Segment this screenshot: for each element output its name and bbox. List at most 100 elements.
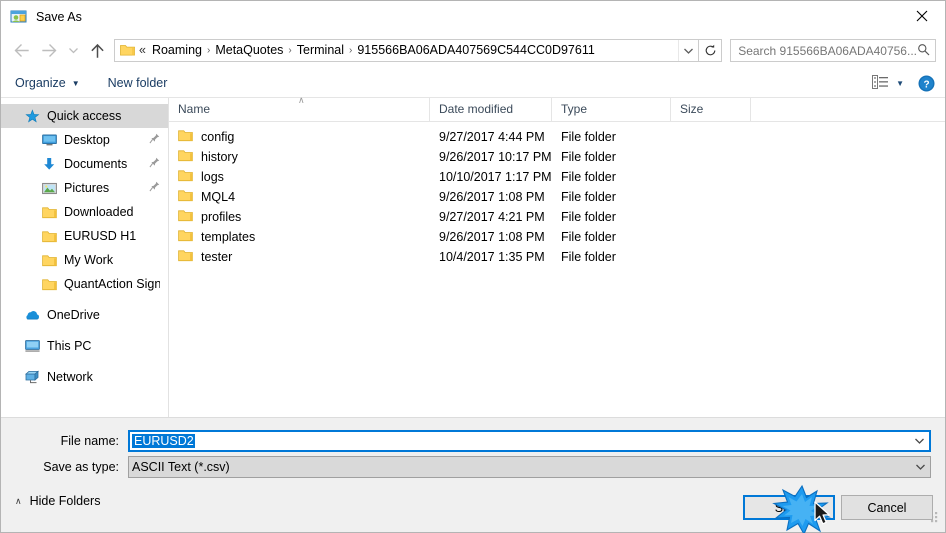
file-name-label: config <box>201 130 235 144</box>
chevron-down-icon[interactable] <box>911 457 930 477</box>
help-icon[interactable]: ? <box>918 75 935 92</box>
file-name-label: history <box>201 150 238 164</box>
save-as-type-label: Save as type: <box>43 460 119 474</box>
file-name-label: MQL4 <box>201 190 236 204</box>
folder-icon <box>41 228 57 244</box>
cancel-button[interactable]: Cancel <box>841 495 933 520</box>
file-type-cell: File folder <box>561 250 616 264</box>
table-row[interactable]: templates 9/26/2017 1:08 PM File folder <box>169 227 945 247</box>
search-icon <box>917 43 930 59</box>
arrow-up-icon[interactable] <box>83 37 111 65</box>
sidebar-item-pictures[interactable]: Pictures <box>1 176 168 200</box>
file-name-cell: templates <box>169 229 430 245</box>
breadcrumb-overflow[interactable]: « <box>139 40 148 61</box>
pin-icon[interactable] <box>149 133 160 147</box>
close-icon[interactable] <box>899 1 945 31</box>
file-name-cell: MQL4 <box>169 189 430 205</box>
folder-icon <box>41 276 57 292</box>
file-name-cell: logs <box>169 169 430 185</box>
file-name-selected-text: EURUSD2 <box>132 434 195 448</box>
table-row[interactable]: logs 10/10/2017 1:17 PM File folder <box>169 167 945 187</box>
table-row[interactable]: config 9/27/2017 4:44 PM File folder <box>169 127 945 147</box>
sidebar-item-label: Quick access <box>47 109 122 123</box>
sidebar-item-label: Desktop <box>64 133 110 147</box>
file-name-value: EURUSD2 <box>132 434 910 448</box>
sidebar-item-quick-access[interactable]: Quick access <box>1 104 168 128</box>
breadcrumb-item-3[interactable]: 915566BA06ADA407569C544CC0D97611 <box>353 40 598 61</box>
thispc-icon <box>24 338 40 354</box>
breadcrumb-item-0[interactable]: Roaming <box>148 40 206 61</box>
folder-icon <box>178 189 193 205</box>
save-as-type-select[interactable]: ASCII Text (*.csv) <box>128 456 931 478</box>
sidebar-item-label: Documents <box>64 157 128 171</box>
sidebar-item-label: Pictures <box>64 181 110 195</box>
sidebar-item-downloaded[interactable]: Downloaded <box>1 200 168 224</box>
sidebar-item-label: QuantAction Signal <box>64 277 160 291</box>
file-rows: config 9/27/2017 4:44 PM File folder his… <box>169 122 945 417</box>
sidebar-item-desktop[interactable]: Desktop <box>1 128 168 152</box>
file-type-cell: File folder <box>561 150 616 164</box>
sidebar-item-quantaction-signal[interactable]: QuantAction Signal <box>1 272 168 296</box>
table-row[interactable]: MQL4 9/26/2017 1:08 PM File folder <box>169 187 945 207</box>
folder-icon <box>178 229 193 245</box>
sidebar-item-eurusd-h1[interactable]: EURUSD H1 <box>1 224 168 248</box>
save-button[interactable]: Save <box>743 495 835 520</box>
sidebar-item-my-work[interactable]: My Work <box>1 248 168 272</box>
column-header-type[interactable]: Type <box>552 98 671 121</box>
file-type-cell: File folder <box>561 230 616 244</box>
sidebar-item-label: Network <box>47 370 93 384</box>
file-name-input[interactable]: EURUSD2 <box>128 430 931 452</box>
file-date-cell: 9/26/2017 1:08 PM <box>439 190 545 204</box>
file-type-cell: File folder <box>561 170 616 184</box>
change-view-button[interactable]: ▼ <box>872 74 904 92</box>
pin-icon[interactable] <box>149 157 160 171</box>
folder-icon <box>41 204 57 220</box>
organize-button[interactable]: Organize ▼ <box>15 76 80 90</box>
documents-icon <box>41 156 57 172</box>
address-bar[interactable]: « Roaming › MetaQuotes › Terminal › 9155… <box>114 39 700 62</box>
file-date-cell: 10/10/2017 1:17 PM <box>439 170 552 184</box>
save-as-window-icon <box>10 8 27 25</box>
navigation-sidebar[interactable]: Quick access Desktop Documents Pictures … <box>1 98 169 417</box>
search-input[interactable]: Search 915566BA06ADA40756... <box>738 44 917 58</box>
column-header-size[interactable]: Size <box>671 98 751 121</box>
table-row[interactable]: tester 10/4/2017 1:35 PM File folder <box>169 247 945 267</box>
column-header-date-modified[interactable]: Date modified <box>430 98 552 121</box>
pin-icon[interactable] <box>149 181 160 195</box>
table-row[interactable]: profiles 9/27/2017 4:21 PM File folder <box>169 207 945 227</box>
window-title: Save As <box>36 9 82 24</box>
address-chevron-down-icon[interactable] <box>678 40 698 61</box>
hide-folders-button[interactable]: ∧ Hide Folders <box>15 494 100 508</box>
save-as-dialog: Save As « Roaming › MetaQuotes › Termina… <box>0 0 946 533</box>
sidebar-item-label: My Work <box>64 253 114 267</box>
file-name-label: logs <box>201 170 224 184</box>
breadcrumb-item-1[interactable]: MetaQuotes <box>211 40 287 61</box>
arrow-right-icon[interactable] <box>35 37 63 65</box>
chevron-down-icon[interactable] <box>910 432 929 450</box>
hide-folders-label: Hide Folders <box>29 494 101 508</box>
arrow-left-icon[interactable] <box>7 37 35 65</box>
desktop-icon <box>41 132 57 148</box>
sidebar-item-this-pc[interactable]: This PC <box>1 334 168 358</box>
new-folder-button[interactable]: New folder <box>108 76 168 90</box>
sidebar-item-documents[interactable]: Documents <box>1 152 168 176</box>
folder-icon <box>178 129 193 145</box>
table-row[interactable]: history 9/26/2017 10:17 PM File folder <box>169 147 945 167</box>
chevron-down-icon: ▼ <box>896 78 904 88</box>
recent-locations-chevron-down-icon[interactable] <box>63 37 83 65</box>
sort-ascending-icon: ∧ <box>298 95 305 105</box>
sidebar-item-label: This PC <box>47 339 92 353</box>
breadcrumb: « Roaming › MetaQuotes › Terminal › 9155… <box>139 40 678 61</box>
new-folder-label: New folder <box>107 76 168 90</box>
command-bar: Organize ▼ New folder ▼ ? <box>1 69 945 98</box>
file-name-cell: profiles <box>169 209 430 225</box>
sidebar-item-network[interactable]: Network <box>1 365 168 389</box>
organize-label: Organize <box>15 76 66 90</box>
refresh-icon[interactable] <box>699 39 723 62</box>
sidebar-item-onedrive[interactable]: OneDrive <box>1 303 168 327</box>
svg-text:?: ? <box>923 79 929 90</box>
search-box[interactable]: Search 915566BA06ADA40756... <box>730 39 936 62</box>
breadcrumb-item-2[interactable]: Terminal <box>293 40 348 61</box>
folder-icon <box>41 252 57 268</box>
sidebar-item-label: OneDrive <box>47 308 100 322</box>
